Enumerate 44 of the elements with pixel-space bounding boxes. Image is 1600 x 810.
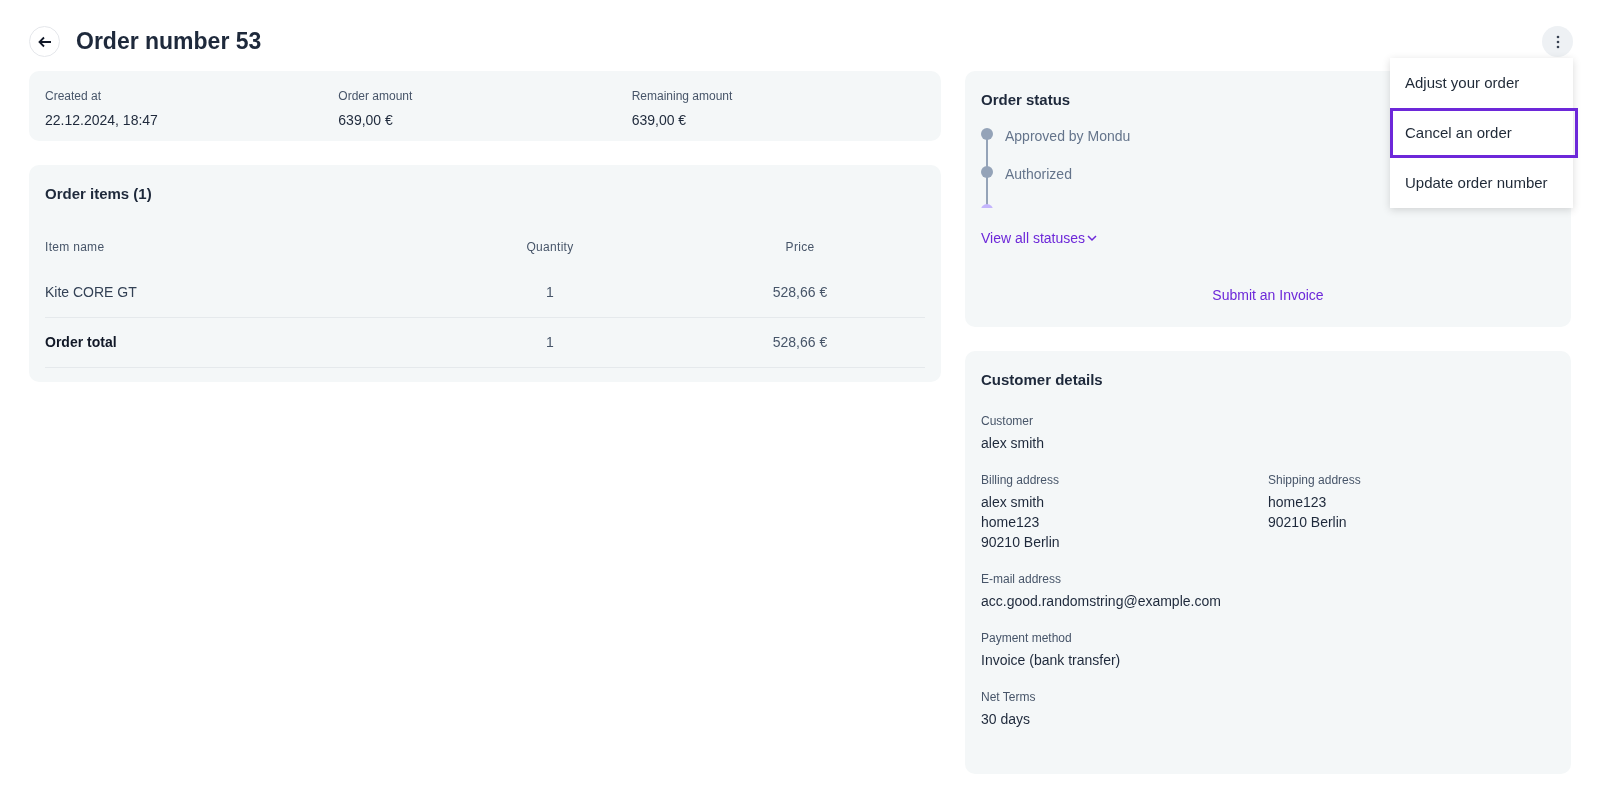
field-value: 90210 Berlin: [981, 532, 1061, 552]
summary-value: 639,00 €: [338, 111, 394, 130]
field-label: E-mail address: [981, 570, 1063, 588]
field-label: Net Terms: [981, 688, 1037, 706]
table-cell-text: 1: [545, 332, 555, 352]
status-label: Authorized: [1005, 164, 1072, 184]
field-value: 30 days: [981, 709, 1032, 729]
field-label: Billing address: [981, 471, 1061, 489]
back-arrow-icon: [37, 34, 52, 49]
table-cell-text: 1: [545, 282, 555, 302]
table-cell-text: Kite CORE GT: [45, 282, 138, 302]
field-value: home123: [1268, 492, 1328, 512]
view-all-statuses-link[interactable]: View all statuses: [981, 227, 1097, 249]
field-value: alex smith: [981, 433, 1046, 453]
more-icon: [1555, 34, 1560, 49]
card-title: Order status: [981, 90, 1072, 110]
menu-item[interactable]: Update order number: [1390, 158, 1573, 208]
column-header: Item name: [45, 238, 106, 256]
field-value: acc.good.randomstring@example.com: [981, 591, 1222, 611]
field-label: Customer: [981, 412, 1034, 430]
summary-label: Order amount: [338, 88, 414, 105]
card-title: Order items (1): [45, 184, 153, 204]
summary-label: Created at: [45, 88, 103, 105]
column-header: Quantity: [525, 238, 575, 256]
field-label: Payment method: [981, 629, 1073, 647]
chevron-down-icon: [1087, 234, 1097, 242]
menu-item[interactable]: Cancel an order: [1390, 108, 1578, 158]
field-value: Invoice (bank transfer): [981, 650, 1122, 670]
page-title: Order number 53: [76, 27, 262, 57]
menu-item[interactable]: Adjust your order: [1390, 58, 1573, 108]
table-cell-text: 528,66 €: [771, 282, 829, 302]
card-title: Customer details: [981, 370, 1104, 390]
field-value: alex smith: [981, 492, 1046, 512]
summary-label: Remaining amount: [631, 88, 734, 105]
summary-value: 22.12.2024, 18:47: [45, 111, 159, 130]
submit-invoice-link[interactable]: Submit an Invoice: [1212, 284, 1324, 306]
field-value: home123: [981, 512, 1041, 532]
field-value: 90210 Berlin: [1268, 512, 1348, 532]
field-label: Shipping address: [1268, 471, 1362, 489]
column-header: Price: [784, 238, 816, 256]
status-label: Approved by Mondu: [1005, 126, 1131, 146]
table-cell-text: Order total: [45, 332, 118, 352]
table-cell-text: 528,66 €: [771, 332, 829, 352]
summary-value: 639,00 €: [631, 111, 688, 130]
